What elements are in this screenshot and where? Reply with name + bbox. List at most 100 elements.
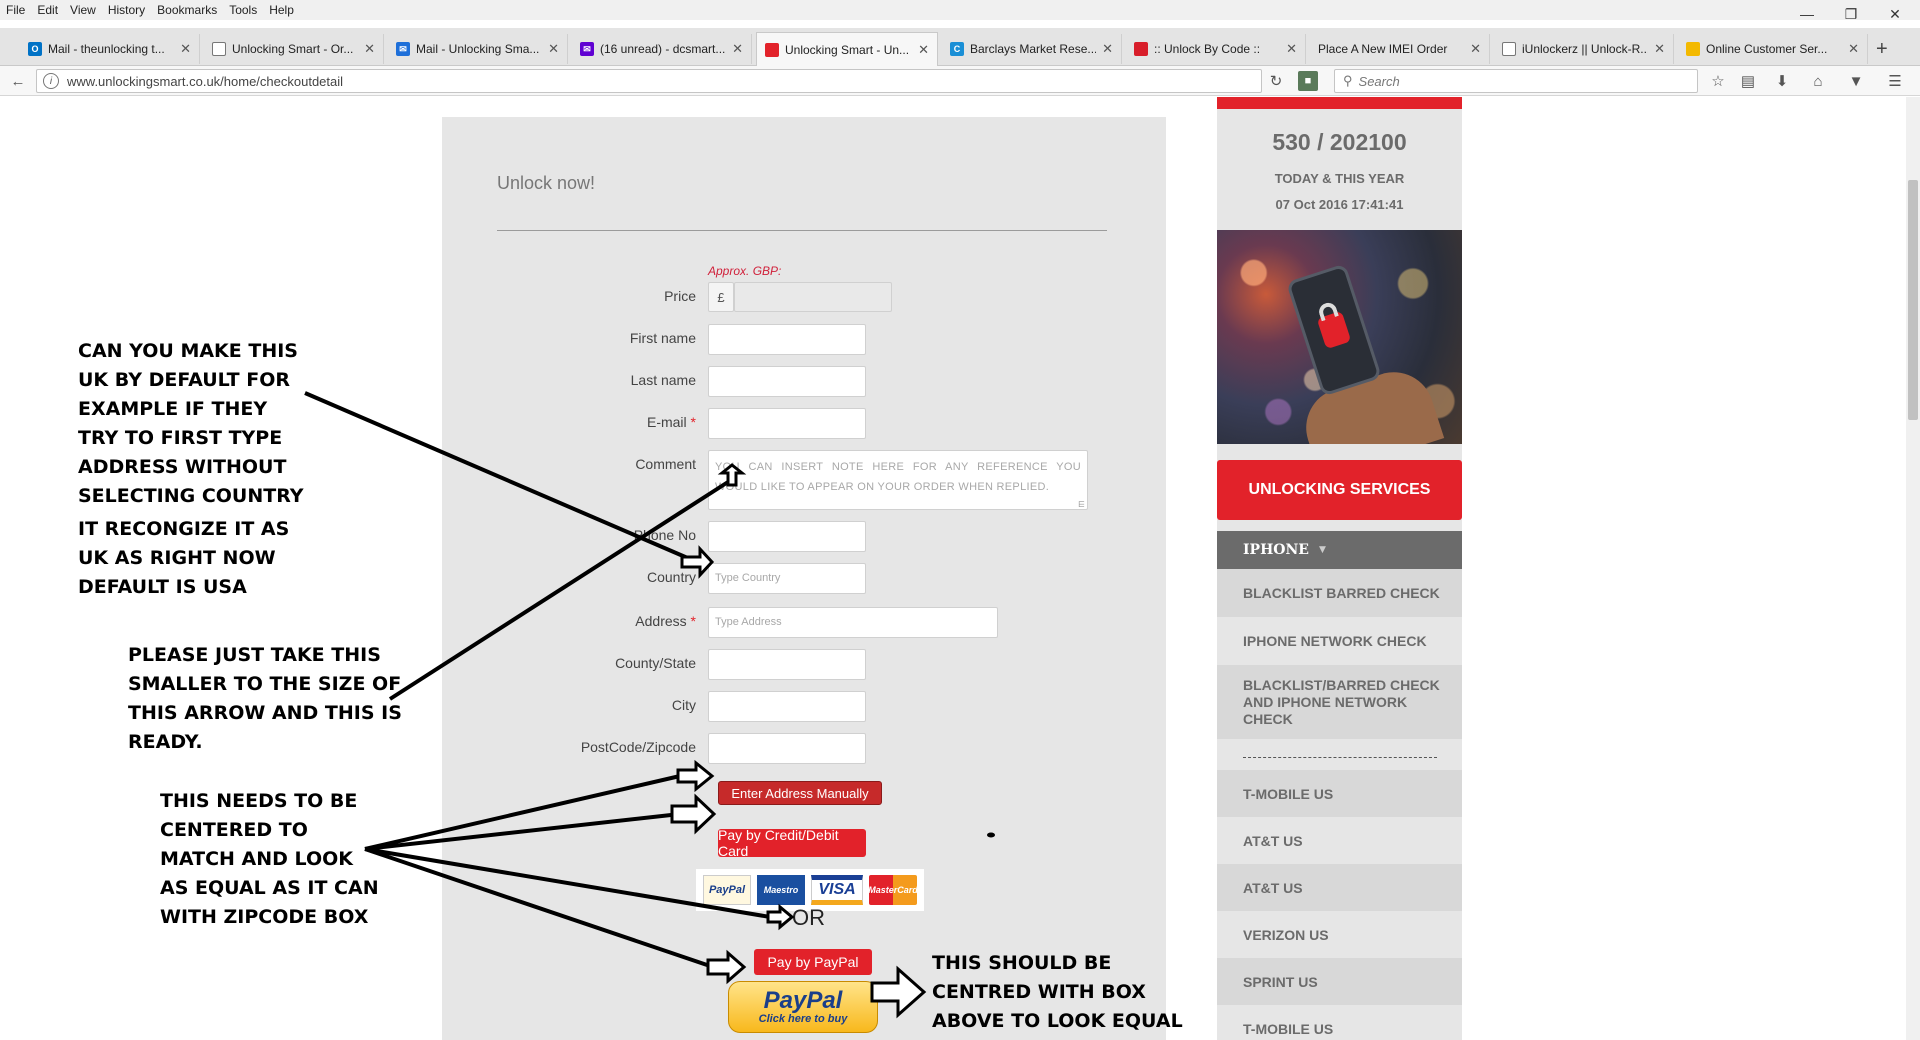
email-input[interactable] — [708, 408, 866, 439]
pocket-icon[interactable]: ▼ — [1846, 71, 1866, 91]
menu-file[interactable]: File — [0, 3, 31, 17]
page-content: Unlock now! Approx. GBP: Price £ First n… — [0, 97, 1920, 1040]
tab-close-icon[interactable]: ✕ — [918, 42, 929, 58]
tab-unlock-by-code[interactable]: :: Unlock By Code :: ✕ — [1126, 34, 1306, 64]
county-input[interactable] — [708, 649, 866, 680]
first-name-input[interactable] — [708, 324, 866, 355]
url-bar[interactable]: i www.unlockingsmart.co.uk/home/checkout… — [36, 69, 1262, 93]
counter-label: TODAY & THIS YEAR — [1274, 171, 1405, 186]
menu-edit[interactable]: Edit — [31, 3, 64, 17]
minimize-icon[interactable]: — — [1787, 0, 1827, 28]
last-name-input[interactable] — [708, 366, 866, 397]
tab-barclays[interactable]: C Barclays Market Rese... ✕ — [942, 34, 1122, 64]
tab-close-icon[interactable]: ✕ — [1848, 41, 1859, 57]
sidebar-item-iphone-network-check[interactable]: IPHONE NETWORK CHECK — [1217, 617, 1462, 665]
currency-addon: £ — [708, 282, 734, 312]
counter-timestamp: 07 Oct 2016 17:41:41 — [1275, 197, 1404, 212]
country-input[interactable]: Type Country — [708, 563, 866, 594]
reload-icon[interactable]: ↻ — [1266, 71, 1286, 91]
unlocking-services-button[interactable]: UNLOCKING SERVICES — [1217, 460, 1462, 520]
tab-yahoo-unread[interactable]: ✉ (16 unread) - dcsmart... ✕ — [572, 34, 752, 64]
price-label: Price — [664, 288, 696, 304]
tab-place-imei-order[interactable]: Place A New IMEI Order ✕ — [1310, 34, 1490, 64]
city-label: City — [671, 697, 696, 713]
sidebar-item-att-us-2[interactable]: AT&T US — [1217, 864, 1462, 911]
new-tab-icon[interactable]: + — [1876, 38, 1888, 61]
tab-close-icon[interactable]: ✕ — [1654, 41, 1665, 57]
caret-down-icon: ▼ — [1318, 545, 1326, 555]
pay-by-paypal-button[interactable]: Pay by PayPal — [754, 949, 872, 975]
tab-iunlockerz[interactable]: iUnlockerz || Unlock-R... ✕ — [1494, 34, 1674, 64]
sidebar-item-t-mobile-us-2[interactable]: T-MOBILE US — [1217, 1005, 1462, 1040]
address-label-text: Address — [635, 613, 687, 629]
menu-help[interactable]: Help — [263, 3, 300, 17]
tab-close-icon[interactable]: ✕ — [1470, 41, 1481, 57]
bookmark-star-icon[interactable]: ☆ — [1708, 71, 1728, 91]
tab-close-icon[interactable]: ✕ — [1286, 41, 1297, 57]
home-icon[interactable]: ⌂ — [1808, 71, 1828, 91]
or-separator: OR — [792, 905, 825, 930]
comment-textarea[interactable]: YOU CAN INSERT NOTE HERE FOR ANY REFEREN… — [708, 450, 1088, 510]
tab-close-icon[interactable]: ✕ — [732, 41, 743, 57]
document-icon — [212, 42, 226, 56]
tab-close-icon[interactable]: ✕ — [548, 41, 559, 57]
pay-by-card-button[interactable]: Pay by Credit/Debit Card — [718, 827, 866, 859]
annotation-center-paypal: THIS SHOULD BE CENTRED WITH BOX ABOVE TO… — [932, 952, 1183, 1032]
annotation-uk-default: CAN YOU MAKE THIS UK BY DEFAULT FOR EXAM… — [78, 340, 304, 507]
address-input[interactable]: Type Address — [708, 607, 998, 638]
tab-online-customer-service[interactable]: Online Customer Ser... ✕ — [1678, 34, 1868, 64]
back-arrow-icon[interactable]: ← — [8, 71, 28, 91]
sidebar: 530 / 202100 TODAY & THIS YEAR 07 Oct 20… — [1217, 97, 1462, 1040]
tab-close-icon[interactable]: ✕ — [180, 41, 191, 57]
barclays-icon: C — [950, 42, 964, 56]
menu-bookmarks[interactable]: Bookmarks — [151, 3, 223, 17]
info-icon[interactable]: i — [43, 73, 59, 89]
postcode-input[interactable] — [708, 733, 866, 764]
yahoo-mail-icon: ✉ — [580, 42, 594, 56]
reading-list-icon[interactable]: ▤ — [1738, 71, 1758, 91]
resize-handle-icon[interactable]: ⋿ — [1078, 500, 1085, 509]
enter-address-manually-button[interactable]: Enter Address Manually — [718, 781, 882, 805]
paypal-logo: PayPal — [763, 987, 843, 1014]
restore-icon[interactable]: ❐ — [1831, 0, 1871, 28]
sidebar-item-sprint-us[interactable]: SPRINT US — [1217, 958, 1462, 1005]
sidebar-item-verizon-us[interactable]: VERIZON US — [1217, 911, 1462, 958]
divider — [497, 230, 1107, 231]
tab-close-icon[interactable]: ✕ — [364, 41, 375, 57]
menu-bar: File Edit View History Bookmarks Tools H… — [0, 0, 1920, 20]
category-iphone[interactable]: IPHONE ▼ — [1217, 531, 1462, 569]
search-field[interactable]: ⚲ Search — [1334, 69, 1698, 93]
tab-unlocking-smart-order[interactable]: Unlocking Smart - Or... ✕ — [204, 34, 384, 64]
menu-history[interactable]: History — [102, 3, 151, 17]
annotation-smaller-textarea: PLEASE JUST TAKE THIS SMALLER TO THE SIZ… — [128, 644, 402, 753]
url-text: www.unlockingsmart.co.uk/home/checkoutde… — [67, 73, 344, 89]
required-mark: * — [690, 414, 696, 430]
tab-mail-theunlocking[interactable]: O Mail - theunlocking t... ✕ — [20, 34, 200, 64]
paypal-click-to-buy: Click here to buy — [758, 1013, 848, 1025]
sidebar-item-blacklist-barred-check[interactable]: BLACKLIST BARRED CHECK — [1217, 569, 1462, 617]
window-close-icon[interactable]: ✕ — [1875, 0, 1915, 28]
menu-view[interactable]: View — [64, 3, 102, 17]
hamburger-menu-icon[interactable]: ☰ — [1885, 71, 1905, 91]
navigation-bar: ← i www.unlockingsmart.co.uk/home/checko… — [0, 66, 1920, 96]
tab-close-icon[interactable]: ✕ — [1102, 41, 1113, 57]
annotation-center-buttons: THIS NEEDS TO BE CENTERED TO MATCH AND L… — [160, 790, 379, 928]
sidebar-item-att-us[interactable]: AT&T US — [1217, 817, 1462, 864]
sidebar-item-t-mobile-us[interactable]: T-MOBILE US — [1217, 770, 1462, 817]
download-icon[interactable]: ⬇ — [1772, 71, 1792, 91]
extension-icon[interactable]: ■ — [1298, 71, 1318, 91]
country-placeholder: Type Country — [715, 572, 781, 584]
city-input[interactable] — [708, 691, 866, 722]
mail-icon: ✉ — [396, 42, 410, 56]
sidebar-item-blacklist-and-network-check[interactable]: BLACKLIST/BARRED CHECK AND IPHONE NETWOR… — [1217, 665, 1462, 739]
scrollbar-thumb[interactable] — [1908, 180, 1918, 420]
order-counter: 530 / 202100 — [1272, 129, 1407, 155]
menu-tools[interactable]: Tools — [223, 3, 263, 17]
tab-mail-unlocking-smart[interactable]: ✉ Mail - Unlocking Sma... ✕ — [388, 34, 568, 64]
tab-unlocking-smart-active[interactable]: Unlocking Smart - Un... ✕ — [756, 32, 938, 66]
unlock-by-code-icon — [1134, 42, 1148, 56]
form-title: Unlock now! — [497, 173, 596, 193]
phone-input[interactable] — [708, 521, 866, 552]
paypal-checkout-button[interactable]: PayPal Click here to buy — [728, 981, 878, 1033]
phone-label: Phone No — [633, 527, 696, 543]
